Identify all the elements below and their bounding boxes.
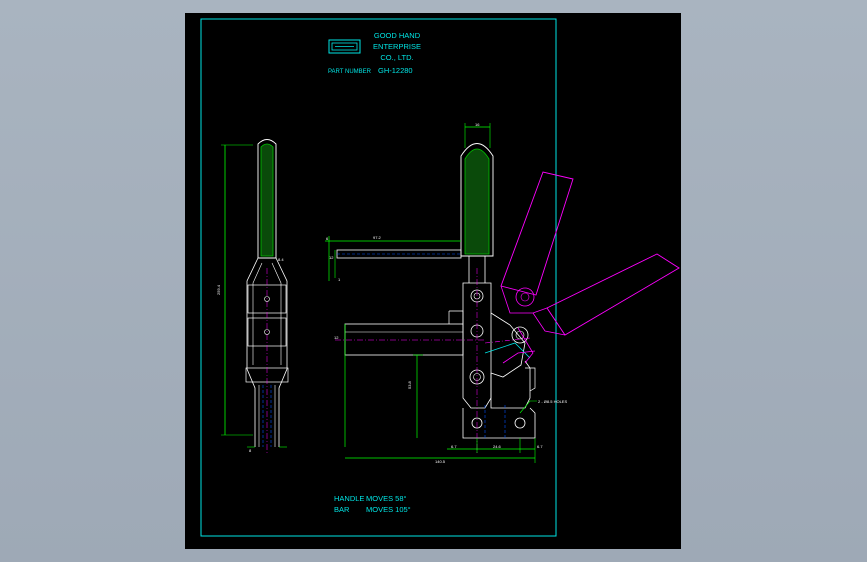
dim-bar-height: 12	[329, 255, 334, 260]
company-name-line3: CO., LTD.	[380, 53, 413, 62]
note-bar-label: BAR	[334, 505, 350, 514]
dim-top-width: 16	[475, 122, 480, 127]
dim-side-bottom: 8	[249, 448, 252, 453]
dim-bar-tip: 1	[338, 277, 341, 282]
front-view	[325, 123, 680, 463]
note-bar-moves: MOVES 105°	[366, 505, 411, 514]
dim-overall: 140.5	[435, 459, 446, 464]
dim-base-left: 6.7	[451, 444, 457, 449]
company-name-line2: ENTERPRISE	[373, 42, 421, 51]
dim-base-right: 6.7	[537, 444, 543, 449]
part-number-label: PART NUMBER	[328, 69, 372, 75]
dim-bar-end: 6	[326, 236, 329, 241]
note-handle-label: HANDLE	[334, 494, 364, 503]
company-logo	[328, 39, 361, 54]
side-view	[221, 139, 289, 453]
dim-side-height: 259.4	[216, 284, 221, 295]
note-handle-moves: MOVES 58°	[366, 494, 407, 503]
drawing-sheet: GOOD HAND ENTERPRISE CO., LTD. PART NUMB…	[200, 18, 680, 537]
sheet-border	[200, 18, 557, 537]
dim-side-top: 8.4	[278, 257, 284, 262]
dim-holes: 2 - Ø8.5 HOLES	[538, 399, 567, 404]
part-number: GH-12280	[378, 66, 413, 75]
dim-vertical: 53.8	[407, 380, 412, 389]
dim-bar-length: 97.2	[373, 235, 382, 240]
company-name-line1: GOOD HAND	[374, 31, 421, 40]
dim-base-mid: 24.6	[493, 444, 502, 449]
drawing-viewport[interactable]: GOOD HAND ENTERPRISE CO., LTD. PART NUMB…	[185, 13, 681, 549]
dim-depth: 12	[334, 335, 339, 340]
